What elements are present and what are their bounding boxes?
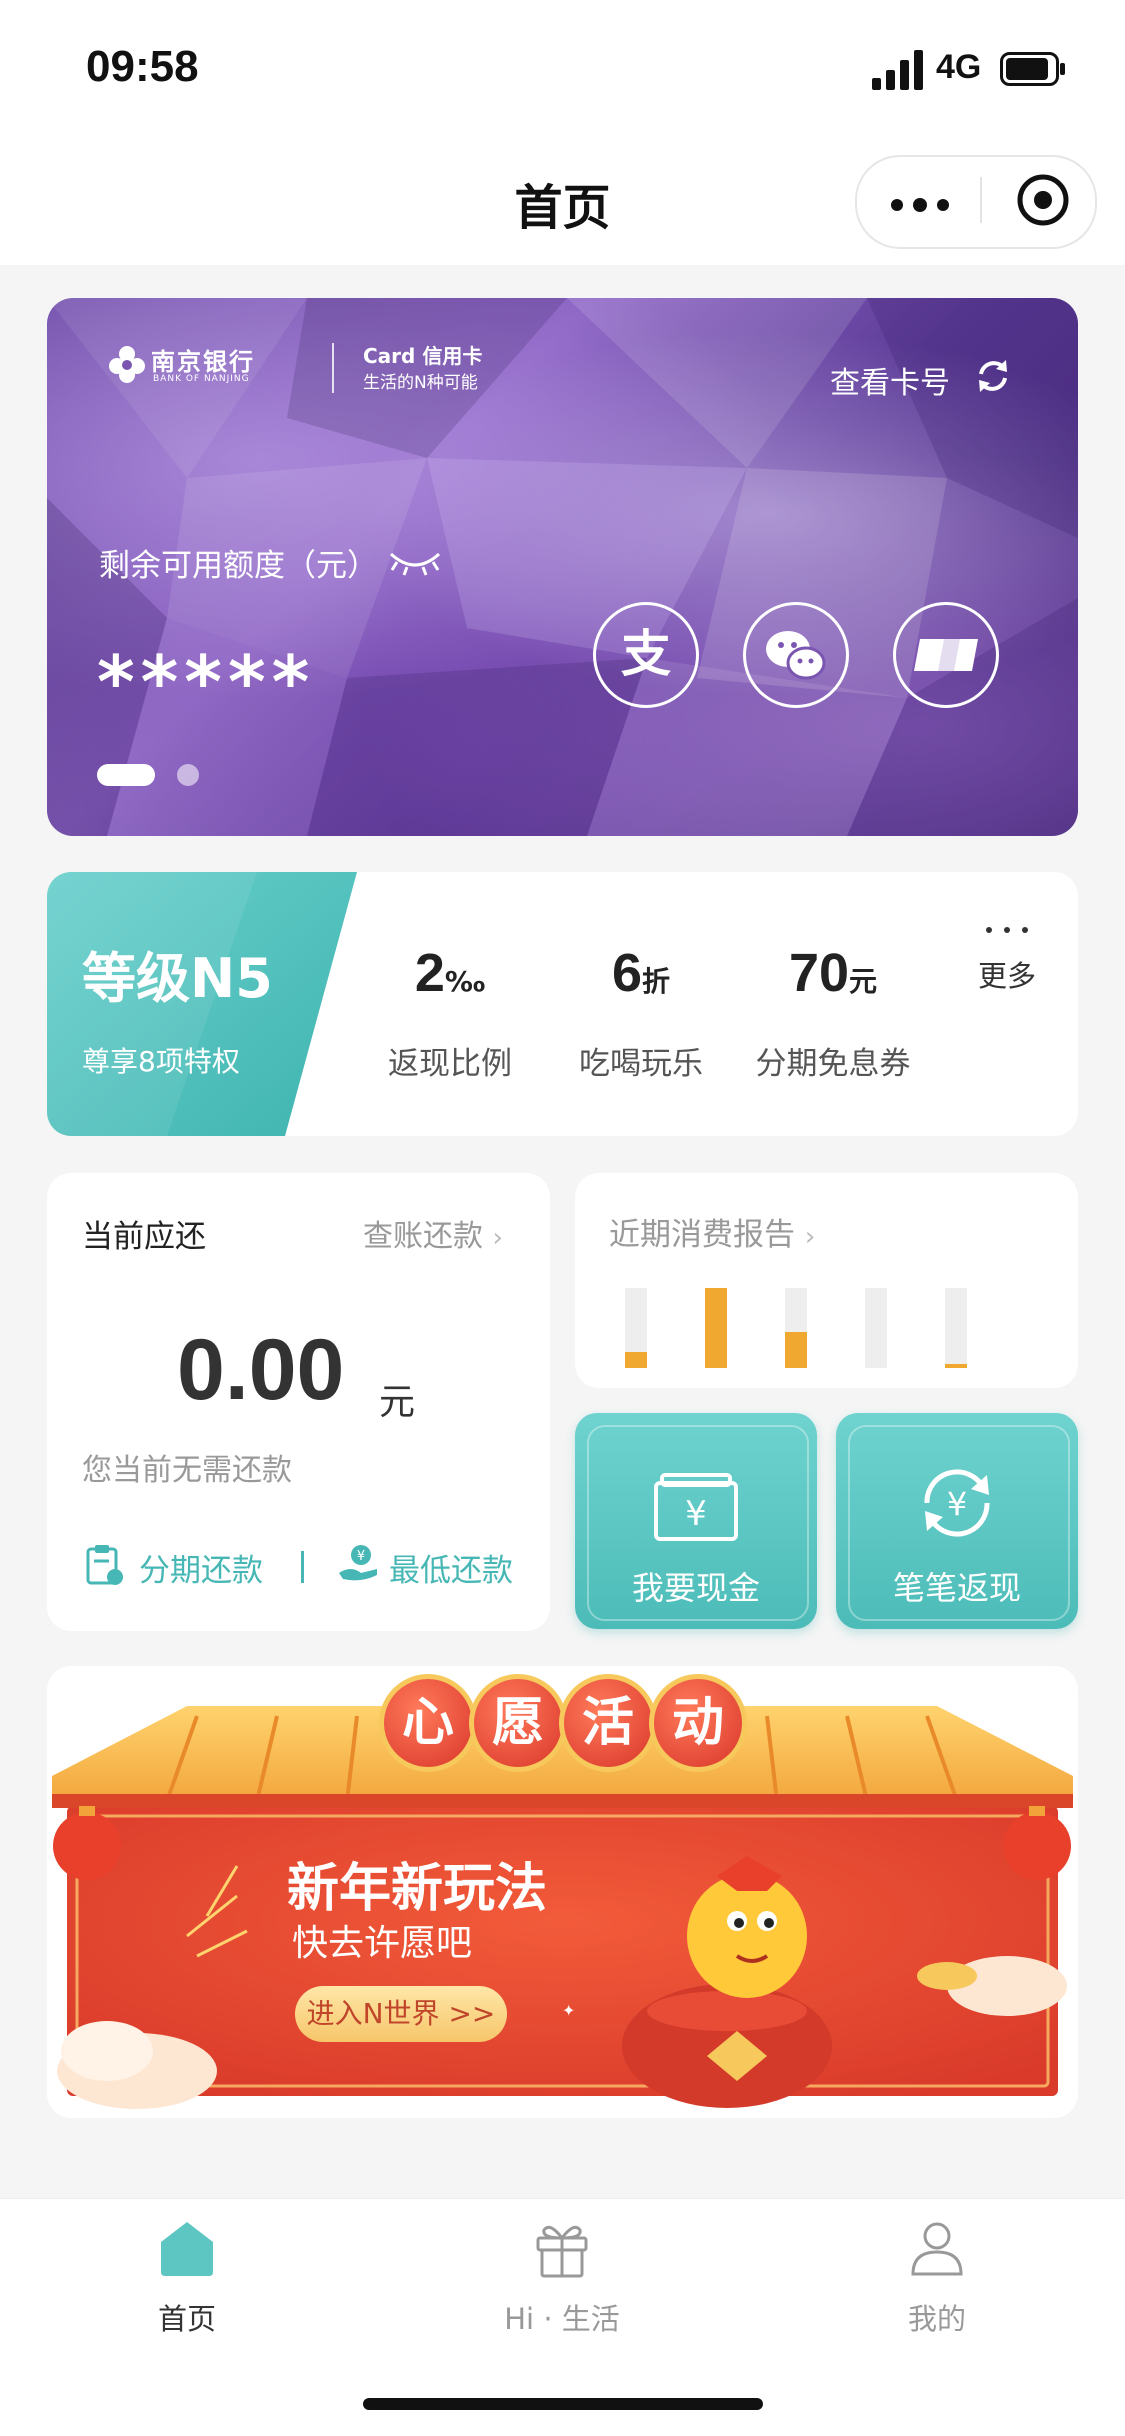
unionpay-button[interactable] [893, 602, 999, 708]
user-icon [911, 2222, 963, 2276]
tab-home-label: 首页 [157, 2302, 216, 2336]
report-bar [625, 1352, 647, 1368]
get-cash-button[interactable]: ¥ 我要现金 [575, 1413, 817, 1629]
report-bar [785, 1332, 807, 1368]
divider [301, 1551, 304, 1583]
unionpay-icon [914, 639, 978, 671]
cashback-label: 笔笔返现 [892, 1569, 1021, 1607]
gift-icon [536, 2225, 588, 2278]
tab-mine-label: 我的 [907, 2302, 966, 2336]
banner-char: 心 [379, 1674, 477, 1772]
level-subtitle: 尊享8项特权 [82, 1045, 240, 1078]
chevron-right-icon: › [804, 1222, 816, 1252]
perk-label: 返现比例 [388, 1046, 512, 1082]
card-brand: Card 信用卡 [363, 344, 483, 368]
card-brand-slogan: 生活的N种可能 [363, 373, 478, 393]
repayment-hint: 您当前无需还款 [82, 1453, 292, 1488]
tab-life[interactable]: Hi · 生活 [442, 2216, 682, 2338]
level-panel[interactable]: 等级N5 尊享8项特权 2‰ 返现比例 6折 吃喝玩乐 70元 分期免息券 更多 [47, 872, 1078, 1136]
cashback-button[interactable]: ¥ 笔笔返现 [836, 1413, 1078, 1629]
minimum-repay-button[interactable]: 最低还款 [389, 1545, 513, 1590]
spending-report-title: 近期消费报告 [609, 1217, 795, 1253]
bank-logo-icon [109, 346, 145, 383]
eye-closed-icon[interactable] [387, 546, 443, 576]
more-perks-label: 更多 [977, 959, 1036, 993]
more-perks-button[interactable]: 更多 [967, 922, 1047, 995]
svg-text:✦: ✦ [562, 2001, 575, 2020]
refresh-icon[interactable] [973, 356, 1013, 396]
perk-unit: 折 [642, 965, 671, 998]
svg-text:支: 支 [621, 625, 671, 683]
installment-repay-button[interactable]: 分期还款 [139, 1545, 263, 1590]
home-icon [161, 2222, 213, 2276]
capsule-divider [980, 177, 982, 223]
spending-report-card[interactable]: 近期消费报告 › [575, 1173, 1078, 1388]
signal-icon [872, 50, 923, 90]
svg-text:¥: ¥ [357, 1549, 365, 1564]
available-credit-value: ***** [97, 640, 316, 724]
repayment-unit: 元 [379, 1382, 416, 1423]
carousel-dot-active [97, 764, 155, 786]
wish-campaign-banner[interactable]: ✦ 心 愿 活 动 新年新玩法 快去许愿吧 进入N世界 >> [47, 1666, 1078, 2118]
ellipsis-icon [986, 927, 1028, 933]
available-credit-label: 剩余可用额度（元） [99, 548, 378, 584]
carousel-dot [177, 764, 199, 786]
tab-mine[interactable]: 我的 [817, 2216, 1057, 2338]
wechat-pay-button[interactable] [743, 602, 849, 708]
close-target-icon[interactable] [1016, 173, 1070, 227]
enter-n-world-button[interactable]: 进入N世界 >> [295, 1986, 507, 2042]
get-cash-label: 我要现金 [631, 1569, 760, 1607]
perk-dining[interactable]: 6折 吃喝玩乐 [541, 942, 741, 1082]
perk-label: 分期免息券 [755, 1046, 911, 1082]
spending-report-chart [625, 1288, 967, 1368]
banner-char: 活 [559, 1674, 657, 1772]
alipay-icon: 支 [621, 625, 671, 683]
more-icon[interactable] [890, 198, 950, 212]
report-bar-track [865, 1288, 887, 1368]
perk-value: 6 [611, 943, 643, 1003]
installment-icon[interactable] [85, 1543, 125, 1587]
perk-unit: 元 [849, 965, 878, 998]
banner-title: 新年新玩法 [287, 1859, 548, 1919]
bank-name-en: BANK OF NANJING [153, 374, 250, 384]
network-type: 4G [936, 48, 982, 86]
spending-report-link[interactable]: 近期消费报告 › [609, 1209, 815, 1254]
repayment-amount: 0.00 [177, 1322, 345, 1418]
minimum-repay-icon[interactable]: ¥ [337, 1543, 381, 1583]
cashback-icon: ¥ [924, 1469, 990, 1537]
chevron-right-icon: › [492, 1223, 503, 1253]
cash-icon: ¥ [654, 1473, 738, 1541]
perk-cashback[interactable]: 2‰ 返现比例 [350, 942, 550, 1082]
tab-life-label: Hi · 生活 [504, 2302, 620, 2336]
logo-divider [332, 343, 334, 393]
view-card-number-link[interactable]: 查看卡号 [830, 358, 950, 402]
repayment-title: 当前应还 [82, 1219, 206, 1255]
home-indicator [363, 2398, 763, 2410]
perk-value: 2 [414, 943, 445, 1003]
bill-repay-label: 查账还款 [363, 1219, 483, 1254]
alipay-button[interactable]: 支 [593, 602, 699, 708]
report-bar-track [945, 1288, 967, 1368]
report-bar [945, 1364, 967, 1368]
repayment-card: 当前应还 查账还款 › 0.00 元 您当前无需还款 分期还款 ¥ 最低还款 [47, 1173, 550, 1631]
banner-char: 动 [649, 1674, 747, 1772]
svg-text:¥: ¥ [685, 1494, 707, 1534]
svg-text:¥: ¥ [947, 1485, 967, 1523]
level-title: 等级N5 [82, 947, 273, 1010]
perk-label: 吃喝玩乐 [579, 1046, 703, 1082]
report-bar [705, 1288, 727, 1368]
bill-repay-link[interactable]: 查账还款 › [363, 1211, 503, 1255]
banner-char: 愿 [469, 1674, 567, 1772]
tab-home[interactable]: 首页 [67, 2216, 307, 2338]
status-time: 09:58 [86, 42, 199, 91]
credit-card[interactable]: 南京银行 BANK OF NANJING Card 信用卡 生活的N种可能 查看… [47, 298, 1078, 836]
perk-unit: ‰ [444, 965, 486, 998]
wechat-icon [766, 631, 826, 680]
battery-icon [1000, 52, 1065, 86]
perk-coupon[interactable]: 70元 分期免息券 [733, 942, 933, 1082]
perk-value: 70 [788, 943, 850, 1003]
banner-subtitle: 快去许愿吧 [292, 1923, 473, 1964]
bank-name: 南京银行 [151, 348, 255, 376]
